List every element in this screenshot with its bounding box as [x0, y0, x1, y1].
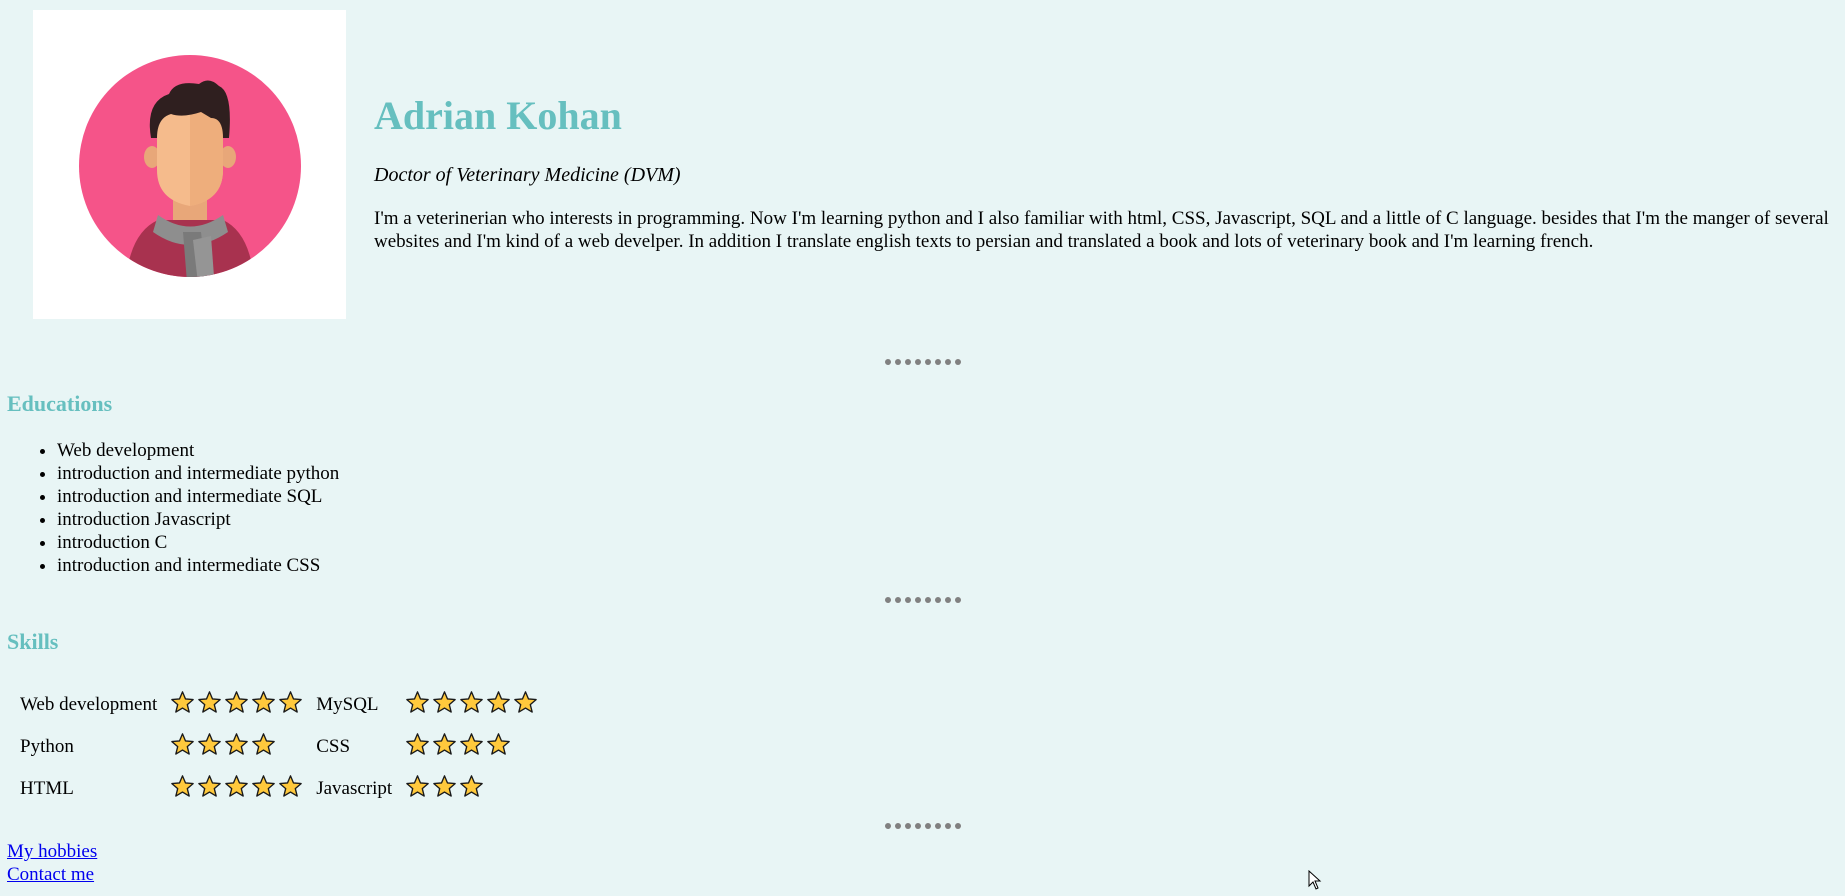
star-icon	[171, 774, 195, 797]
star-icon	[279, 774, 303, 797]
list-item: introduction C	[57, 531, 339, 554]
star-icon	[460, 732, 484, 755]
dotted-divider	[0, 823, 1845, 833]
star-icon	[460, 690, 484, 713]
cv-page: Adrian Kohan Doctor of Veterinary Medici…	[0, 0, 1845, 896]
star-icon	[433, 732, 457, 755]
star-icon	[198, 732, 222, 755]
skill-name: Python	[20, 736, 74, 757]
profile-name: Adrian Kohan	[374, 93, 622, 138]
star-icon	[252, 690, 276, 713]
dotted-divider	[0, 359, 1845, 369]
star-rating	[170, 732, 276, 757]
profile-title: Doctor of Veterinary Medicine (DVM)	[374, 164, 681, 186]
dotted-divider	[0, 597, 1845, 607]
mouse-cursor-icon	[1308, 870, 1322, 890]
list-item: introduction and intermediate CSS	[57, 554, 339, 577]
star-icon	[225, 774, 249, 797]
star-icon	[225, 690, 249, 713]
skills-row: HTML Javascript	[20, 768, 538, 810]
profile-bio: I'm a veterinerian who interests in prog…	[374, 208, 1829, 252]
star-icon	[433, 774, 457, 797]
skill-name: Javascript	[316, 778, 393, 799]
man-with-scarf-avatar-icon	[79, 55, 301, 277]
skill-name: CSS	[316, 736, 351, 757]
star-icon	[252, 732, 276, 755]
star-icon	[433, 690, 457, 713]
skill-rating	[405, 684, 538, 726]
star-icon	[171, 732, 195, 755]
educations-list: Web development introduction and interme…	[7, 439, 339, 577]
star-rating	[405, 732, 511, 757]
footer-links: My hobbies Contact me	[7, 840, 97, 886]
star-icon	[406, 774, 430, 797]
star-rating	[405, 690, 538, 715]
star-icon	[252, 774, 276, 797]
star-icon	[487, 690, 511, 713]
star-icon	[225, 732, 249, 755]
skill-rating	[170, 684, 303, 726]
skill-name: MySQL	[316, 694, 379, 715]
skill-rating	[405, 768, 538, 810]
educations-heading: Educations	[7, 391, 113, 416]
star-rating	[405, 774, 484, 799]
contact-me-link[interactable]: Contact me	[7, 863, 94, 886]
my-hobbies-link[interactable]: My hobbies	[7, 840, 97, 863]
star-icon	[198, 690, 222, 713]
skill-name: Web development	[20, 694, 158, 715]
profile-section: Adrian Kohan Doctor of Veterinary Medici…	[7, 10, 1837, 320]
star-icon	[198, 774, 222, 797]
list-item: introduction and intermediate SQL	[57, 485, 339, 508]
star-icon	[279, 690, 303, 713]
star-icon	[406, 690, 430, 713]
list-item: Web development	[57, 439, 339, 462]
star-icon	[514, 690, 538, 713]
skill-rating	[405, 726, 538, 768]
star-icon	[171, 690, 195, 713]
skill-rating	[170, 726, 303, 768]
avatar	[33, 10, 346, 319]
skills-row: Web development MySQL	[20, 684, 538, 726]
star-rating	[170, 690, 303, 715]
list-item: introduction Javascript	[57, 508, 339, 531]
star-rating	[170, 774, 303, 799]
star-icon	[406, 732, 430, 755]
skill-name: HTML	[20, 778, 74, 799]
skills-row: Python CSS	[20, 726, 538, 768]
list-item: introduction and intermediate python	[57, 462, 339, 485]
star-icon	[460, 774, 484, 797]
skills-heading: Skills	[7, 629, 59, 654]
skills-table: Web development MySQL Python CSS HTML Javascr…	[7, 684, 551, 810]
star-icon	[487, 732, 511, 755]
skill-rating	[170, 768, 303, 810]
